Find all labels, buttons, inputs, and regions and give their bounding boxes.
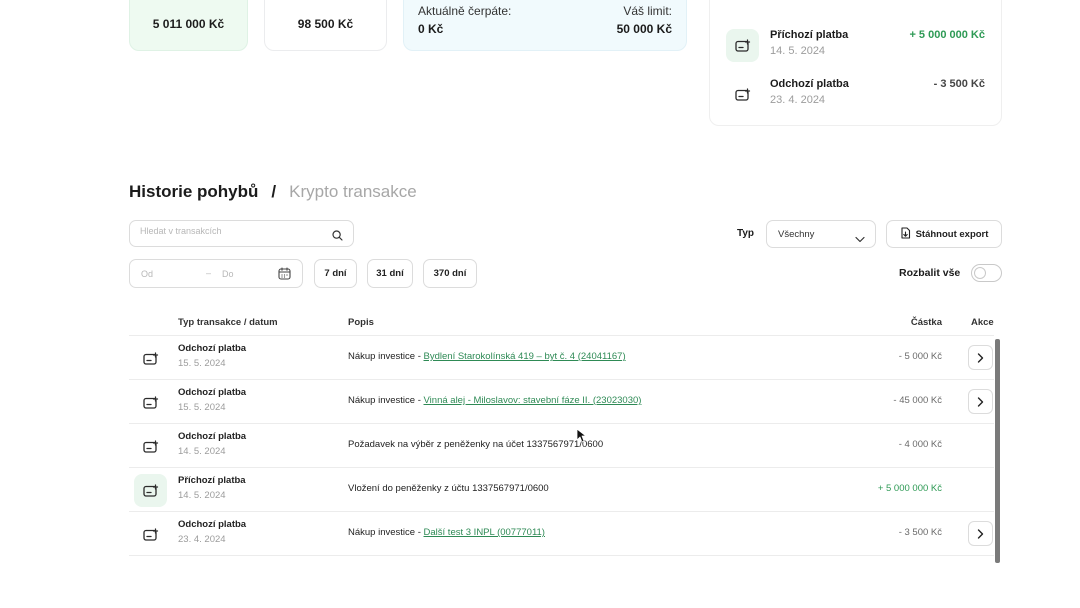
chevron-right-icon: [977, 352, 984, 363]
transaction-amount: + 5 000 000 Kč: [877, 483, 942, 494]
current-usage-label: Aktuálně čerpáte:: [418, 4, 512, 18]
limit-card: Aktuálně čerpáte: 0 Kč Váš limit: 50 000…: [403, 0, 687, 51]
tab-crypto[interactable]: Krypto transakce: [289, 182, 417, 202]
type-filter-label: Typ: [737, 228, 755, 239]
expand-all-label: Rozbalit vše: [899, 267, 961, 279]
date-range-picker[interactable]: Od – Do: [129, 259, 303, 288]
row-detail-button[interactable]: [968, 345, 993, 370]
transaction-description: Požadavek na výběr z peněženky na účet 1…: [348, 439, 604, 450]
recent-item-title: Příchozí platba: [770, 29, 849, 41]
chip-31-days[interactable]: 31 dní: [367, 259, 413, 288]
transaction-description: Nákup investice - Vinná alej - Miloslavo…: [348, 395, 641, 406]
export-button[interactable]: Stáhnout export: [886, 220, 1002, 248]
table-row[interactable]: Příchozí platba 14. 5. 2024 Vložení do p…: [129, 468, 994, 512]
type-select-value: Všechny: [778, 229, 815, 240]
transaction-amount: - 3 500 Kč: [898, 527, 942, 538]
description-text: Nákup investice -: [348, 527, 424, 538]
chip-7-days[interactable]: 7 dní: [314, 259, 357, 288]
invested-value: 98 500 Kč: [297, 17, 354, 31]
calendar-icon[interactable]: [278, 267, 291, 285]
transaction-date: 23. 4. 2024: [178, 534, 226, 545]
transaction-description: Vložení do peněženky z účtu 1337567971/0…: [348, 483, 549, 494]
column-header-action: Akce: [971, 317, 994, 328]
wallet-outgoing-icon: [134, 518, 167, 551]
recent-item[interactable]: Příchozí platba 14. 5. 2024 + 5 000 000 …: [726, 29, 985, 65]
chip-370-days[interactable]: 370 dní: [423, 259, 477, 288]
limit-value: 50 000 Kč: [616, 22, 672, 36]
wallet-income-icon: [726, 29, 759, 62]
recent-item-amount: - 3 500 Kč: [933, 78, 985, 90]
recent-item-amount: + 5 000 000 Kč: [909, 29, 985, 41]
tab-history[interactable]: Historie pohybů: [129, 182, 258, 202]
table-row[interactable]: Odchozí platba 15. 5. 2024 Nákup investi…: [129, 380, 994, 424]
chevron-right-icon: [977, 528, 984, 539]
recent-transactions-panel: Příchozí platba 14. 5. 2024 + 5 000 000 …: [709, 0, 1002, 126]
balance-value: 5 011 000 Kč: [152, 17, 225, 31]
table-scrollbar[interactable]: [995, 339, 1000, 563]
wallet-outgoing-icon: [134, 342, 167, 375]
table-row[interactable]: Odchozí platba 23. 4. 2024 Nákup investi…: [129, 512, 994, 556]
transaction-amount: - 45 000 Kč: [893, 395, 942, 406]
invested-card: 98 500 Kč: [264, 0, 387, 51]
recent-item-date: 23. 4. 2024: [770, 94, 826, 106]
column-header-type: Typ transakce / datum: [178, 317, 278, 328]
wallet-income-icon: [134, 474, 167, 507]
description-text: Nákup investice -: [348, 351, 424, 362]
search-icon[interactable]: [332, 228, 343, 246]
type-select[interactable]: Všechny: [766, 220, 876, 248]
row-detail-button[interactable]: [968, 389, 993, 414]
wallet-outgoing-icon: [134, 430, 167, 463]
row-detail-button[interactable]: [968, 521, 993, 546]
transaction-amount: - 4 000 Kč: [898, 439, 942, 450]
transaction-description: Nákup investice - Další test 3 INPL (007…: [348, 527, 545, 538]
export-button-label: Stáhnout export: [915, 228, 989, 240]
table-row[interactable]: Odchozí platba 14. 5. 2024 Požadavek na …: [129, 424, 994, 468]
description-text: Nákup investice -: [348, 395, 424, 406]
transaction-type: Odchozí platba: [178, 343, 247, 354]
transaction-date: 14. 5. 2024: [178, 490, 226, 501]
transaction-date: 15. 5. 2024: [178, 358, 226, 369]
transaction-type: Odchozí platba: [178, 519, 247, 530]
mouse-cursor-icon: [576, 428, 587, 448]
transaction-type: Odchozí platba: [178, 431, 247, 442]
current-usage-value: 0 Kč: [418, 22, 444, 36]
investment-link[interactable]: Vinná alej - Miloslavov: stavební fáze I…: [424, 395, 642, 406]
limit-label: Váš limit:: [623, 4, 672, 18]
file-download-icon: [900, 226, 911, 242]
transaction-amount: - 5 000 Kč: [898, 351, 942, 362]
date-to-input[interactable]: Do: [222, 269, 234, 279]
transaction-date: 14. 5. 2024: [178, 446, 226, 457]
transaction-date: 15. 5. 2024: [178, 402, 226, 413]
recent-item[interactable]: Odchozí platba 23. 4. 2024 - 3 500 Kč: [726, 78, 985, 114]
date-separator: –: [206, 268, 212, 278]
expand-all-toggle[interactable]: [971, 264, 1002, 282]
chevron-right-icon: [977, 396, 984, 407]
table-row[interactable]: Odchozí platba 15. 5. 2024 Nákup investi…: [129, 336, 994, 380]
search-box: [129, 220, 354, 247]
investment-link[interactable]: Bydlení Starokolínská 419 – byt č. 4 (24…: [424, 351, 626, 362]
investment-link[interactable]: Další test 3 INPL (00777011): [424, 527, 545, 538]
transaction-description: Nákup investice - Bydlení Starokolínská …: [348, 351, 626, 362]
recent-item-title: Odchozí platba: [770, 78, 849, 90]
column-header-description: Popis: [348, 317, 374, 328]
wallet-outgoing-icon: [134, 386, 167, 419]
history-tabs: Historie pohybů / Krypto transakce: [129, 182, 417, 202]
tab-separator: /: [271, 182, 277, 201]
wallet-outgoing-icon: [726, 78, 759, 111]
recent-item-date: 14. 5. 2024: [770, 45, 826, 57]
transaction-type: Příchozí platba: [178, 475, 246, 486]
search-input[interactable]: [140, 226, 320, 236]
toggle-knob: [974, 267, 986, 279]
transaction-type: Odchozí platba: [178, 387, 247, 398]
column-header-amount: Částka: [910, 317, 942, 328]
date-from-input[interactable]: Od: [141, 269, 153, 279]
balance-card: 5 011 000 Kč: [129, 0, 248, 51]
chevron-down-icon: [855, 230, 865, 248]
